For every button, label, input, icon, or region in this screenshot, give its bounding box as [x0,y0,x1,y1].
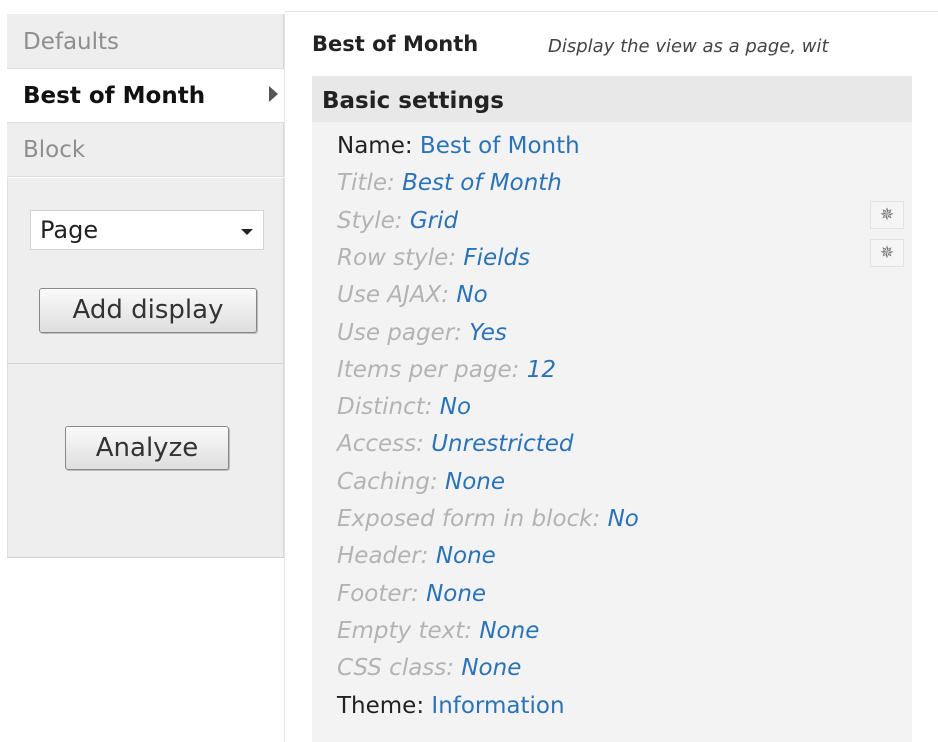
setting-value-link[interactable]: 12 [527,357,556,383]
setting-row: Items per page: 12 [337,355,556,385]
setting-row: CSS class: None [337,653,521,683]
setting-value-link[interactable]: Yes [469,320,507,346]
tab-best-of-month[interactable]: Best of Month [7,69,284,123]
analyze-button[interactable]: Analyze [65,426,229,470]
setting-row: Theme: Information [337,691,565,721]
basic-settings-section: Basic settings Name: Best of Month Title:… [312,76,912,742]
setting-row: Use AJAX: No [337,280,488,310]
setting-label: Header: [337,543,429,570]
tab-block-label: Block [23,137,86,163]
setting-row: Style: Grid [337,206,458,236]
setting-value-link[interactable]: None [445,469,505,495]
setting-value-link[interactable]: No [440,394,471,420]
display-type-value: Page [40,216,99,244]
setting-row: Exposed form in block: No [337,504,639,534]
setting-label: Footer: [337,580,419,607]
setting-value-link[interactable]: Information [431,693,564,719]
setting-label: Caching: [337,468,438,495]
setting-label: Use AJAX: [337,282,450,309]
panel-divider [7,363,284,364]
setting-label: Items per page: [337,356,520,383]
display-tabs-sidebar: Defaults Best of Month Block Page Add di… [7,14,284,558]
setting-row: Footer: None [337,579,486,609]
setting-value-link[interactable]: None [436,543,496,569]
top-divider [285,11,938,12]
tab-block[interactable]: Block [7,123,284,177]
setting-label: CSS class: [337,655,455,682]
setting-row: Title: Best of Month [337,168,562,198]
setting-row: Access: Unrestricted [337,429,573,459]
setting-value-link[interactable]: None [479,618,539,644]
tab-defaults-label: Defaults [23,29,120,55]
column-divider [284,14,285,742]
setting-label: Name: [337,133,413,159]
display-description: Display the view as a page, wit [548,36,829,57]
setting-row: Empty text: None [337,616,539,646]
setting-value-link[interactable]: None [461,655,521,681]
gear-icon[interactable]: ✵ [870,239,904,267]
setting-value-link[interactable]: Best of Month [402,170,562,196]
setting-value-link[interactable]: None [426,581,486,607]
setting-label: Distinct: [337,394,433,421]
setting-label: Row style: [337,244,457,271]
setting-value-link[interactable]: Unrestricted [431,431,573,457]
setting-row: Use pager: Yes [337,318,507,348]
add-display-panel: Page Add display Analyze [7,178,284,558]
setting-row: Distinct: No [337,392,471,422]
gear-icon[interactable]: ✵ [870,201,904,229]
setting-value-link[interactable]: No [456,282,487,308]
display-type-select[interactable]: Page [30,210,264,250]
add-display-button[interactable]: Add display [39,288,257,333]
setting-label: Exposed form in block: [337,506,601,532]
top-border-fragment [345,0,665,8]
tab-defaults[interactable]: Defaults [7,14,284,69]
arrow-right-icon [269,86,278,102]
setting-label: Use pager: [337,319,462,346]
setting-label: Style: [337,207,403,234]
setting-value-link[interactable]: Grid [410,208,458,234]
setting-row: Header: None [337,541,496,571]
basic-settings-heading: Basic settings [312,76,912,122]
setting-row: Row style: Fields [337,243,530,273]
setting-value-link[interactable]: Best of Month [420,133,580,159]
setting-label: Access: [337,431,424,458]
setting-value-link[interactable]: Fields [463,245,530,271]
setting-label: Theme: [337,692,425,719]
chevron-down-icon [241,229,253,235]
tab-best-of-month-label: Best of Month [23,83,206,109]
setting-row: Caching: None [337,467,505,497]
setting-row: Name: Best of Month [337,131,580,161]
setting-value-link[interactable]: No [608,506,639,532]
setting-label: Empty text: [337,617,473,644]
setting-label: Title: [337,170,395,197]
display-title: Best of Month [312,32,479,56]
